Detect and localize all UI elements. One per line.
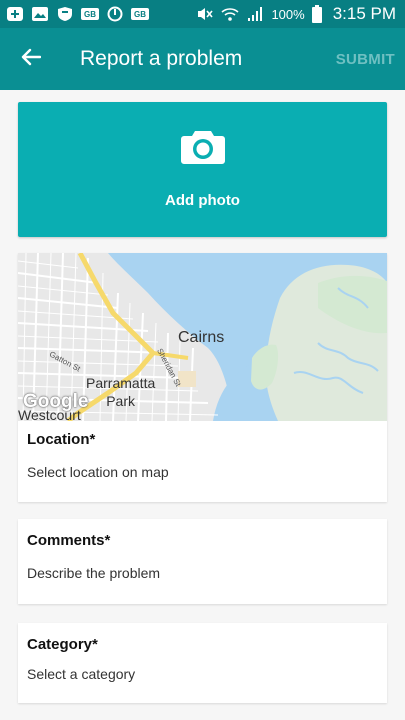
status-clock: 3:15 PM — [332, 4, 396, 23]
image-icon — [31, 6, 49, 22]
svg-text:GB: GB — [134, 10, 146, 19]
category-block: Category* Select a category — [18, 636, 387, 682]
back-button[interactable] — [0, 28, 62, 90]
status-right-icons: 100% 3:15 PM — [196, 4, 396, 24]
battery-percent: 100% — [271, 6, 305, 22]
category-hint: Select a category — [27, 666, 136, 682]
comments-hint: Describe the problem — [27, 565, 161, 581]
page-title: Report a problem — [80, 47, 243, 70]
comments-block: Comments* Describe the problem — [18, 532, 387, 581]
gb-badge-icon: GB — [131, 6, 149, 22]
category-title: Category* — [27, 636, 98, 653]
submit-button[interactable]: SUBMIT — [336, 51, 395, 68]
add-icon — [6, 6, 24, 22]
location-field[interactable]: Location* Select location on map — [18, 431, 387, 480]
mute-icon — [196, 6, 214, 22]
svg-text:GB: GB — [84, 10, 96, 19]
location-hint: Select location on map — [27, 464, 169, 480]
comments-field[interactable]: Comments* Describe the problem — [18, 519, 387, 604]
map-partial-label: Westcourt — [18, 407, 81, 421]
map-suburb-label: Parramatta Park — [86, 374, 155, 410]
location-title: Location* — [27, 431, 96, 448]
camera-icon — [180, 127, 226, 170]
status-bar: GB GB 100% 3:15 PM — [0, 0, 405, 28]
signal-icon — [246, 6, 264, 22]
power-icon — [106, 6, 124, 22]
gb-badge-icon: GB — [81, 6, 99, 22]
status-left-icons: GB GB — [6, 6, 149, 22]
add-photo-button[interactable]: Add photo — [18, 102, 387, 237]
battery-icon — [311, 5, 322, 23]
shield-icon — [56, 6, 74, 22]
map-suburb-line1: Parramatta — [86, 375, 156, 391]
location-card: Cairns Parramatta Park Gatton St Sherida… — [18, 253, 387, 502]
app-bar: Report a problem SUBMIT — [0, 28, 405, 90]
category-field[interactable]: Category* Select a category — [18, 623, 387, 703]
map-view[interactable]: Cairns Parramatta Park Gatton St Sherida… — [18, 253, 387, 421]
wifi-icon — [221, 6, 239, 22]
map-suburb-line2: Park — [106, 393, 136, 409]
map-city-label: Cairns — [178, 329, 225, 346]
arrow-back-icon — [21, 48, 42, 71]
add-photo-label: Add photo — [165, 192, 240, 209]
comments-title: Comments* — [27, 532, 111, 549]
